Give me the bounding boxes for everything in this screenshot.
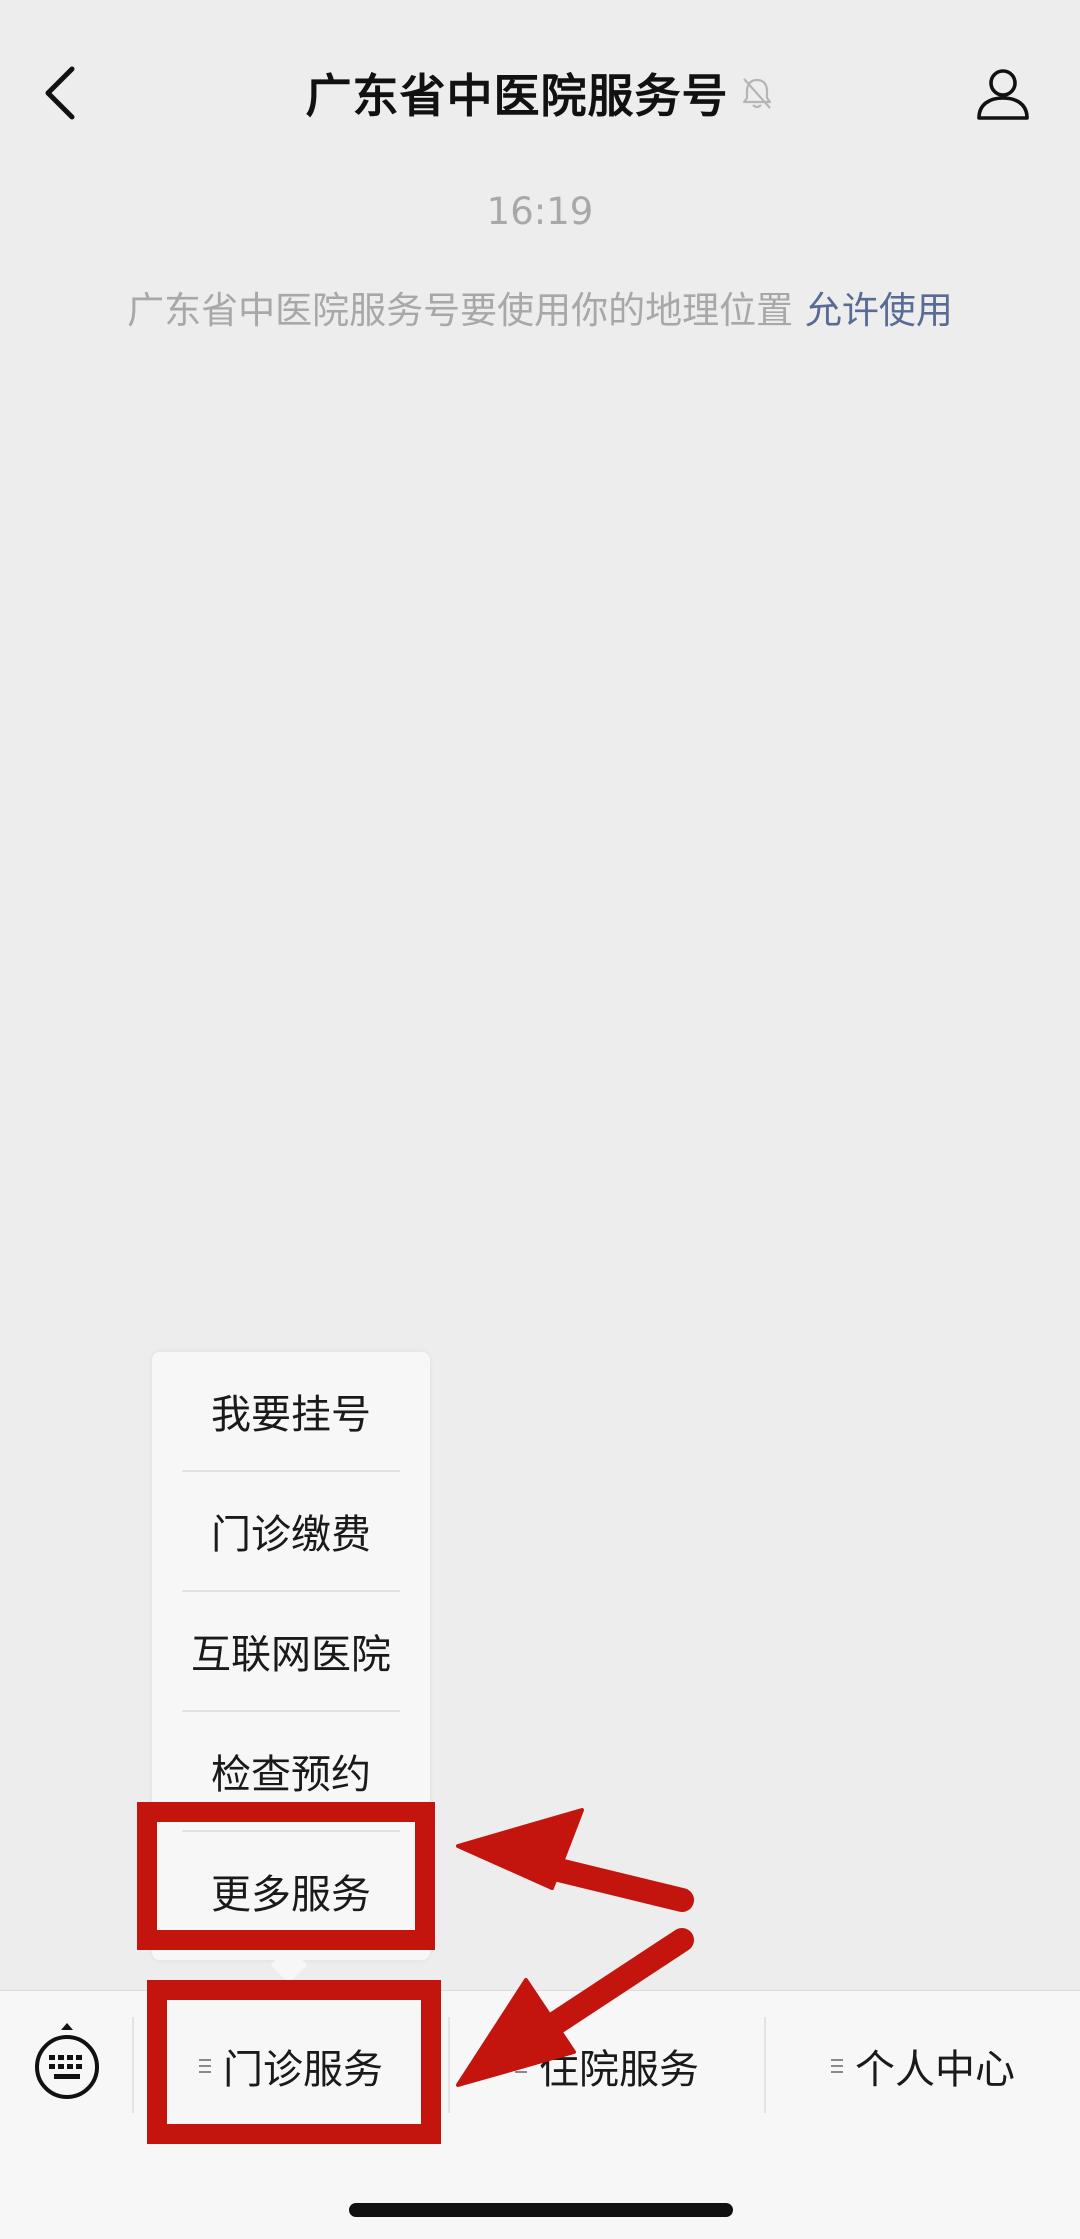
notice-text: 广东省中医院服务号要使用你的地理位置 xyxy=(127,289,794,332)
page-title: 广东省中医院服务号 xyxy=(305,69,729,123)
chevron-left-icon xyxy=(45,66,75,120)
chat-header: 广东省中医院服务号 xyxy=(0,0,1080,185)
title-wrap: 广东省中医院服务号 xyxy=(0,58,1080,128)
keyboard-toggle-button[interactable] xyxy=(32,2023,102,2099)
submenu-item-register[interactable]: 我要挂号 xyxy=(152,1352,430,1470)
submenu-item-more-services[interactable]: 更多服务 xyxy=(152,1832,430,1950)
menu-label: 门诊服务 xyxy=(223,2047,383,2093)
menu-label: 个人中心 xyxy=(855,2047,1015,2093)
menu-label: 住院服务 xyxy=(539,2047,699,2093)
arrow-to-more-services xyxy=(518,1851,694,1912)
location-permission-notice: 广东省中医院服务号要使用你的地理位置 允许使用 xyxy=(0,280,1080,334)
submenu-indicator-icon xyxy=(515,2059,527,2073)
submenu-indicator-icon xyxy=(199,2059,211,2073)
bell-muted-icon xyxy=(742,78,771,109)
back-button[interactable] xyxy=(30,58,90,128)
arrow-head-more-services xyxy=(456,1808,584,1890)
home-indicator xyxy=(349,2203,733,2217)
bottom-menu-bar: 门诊服务 住院服务 个人中心 xyxy=(0,1990,1080,2239)
message-timestamp: 16:19 xyxy=(486,190,594,233)
menu-personal-center[interactable]: 个人中心 xyxy=(766,2011,1080,2121)
allow-location-link[interactable]: 允许使用 xyxy=(805,289,953,332)
menu-outpatient-services[interactable]: 门诊服务 xyxy=(134,2011,448,2121)
person-icon xyxy=(977,69,1029,120)
outpatient-submenu: 我要挂号 门诊缴费 互联网医院 检查预约 更多服务 xyxy=(152,1352,430,1960)
profile-button[interactable] xyxy=(970,58,1036,128)
submenu-indicator-icon xyxy=(831,2059,843,2073)
menu-inpatient-services[interactable]: 住院服务 xyxy=(450,2011,764,2121)
submenu-item-payment[interactable]: 门诊缴费 xyxy=(152,1472,430,1590)
submenu-item-internet-hospital[interactable]: 互联网医院 xyxy=(152,1592,430,1710)
submenu-item-exam-booking[interactable]: 检查预约 xyxy=(152,1712,430,1830)
keyboard-icon xyxy=(35,2023,99,2099)
